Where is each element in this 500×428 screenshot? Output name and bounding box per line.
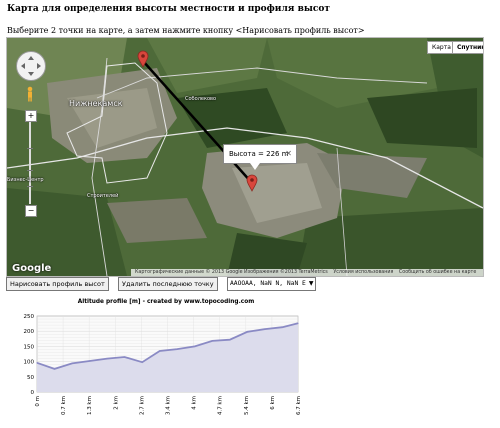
x-tick-label: 3.4 km: [166, 396, 172, 415]
x-tick-label: 4 km: [192, 396, 198, 410]
chart-y-axis: 0 50 100 150 200 250: [24, 314, 35, 396]
x-tick-label: 2 km: [113, 396, 119, 410]
map-canvas[interactable]: Карта Спутник + − Нижнекамск Соболеково …: [6, 37, 484, 277]
altitude-point: [246, 331, 248, 333]
pan-arrows-icon: [21, 56, 41, 76]
altitude-point: [71, 362, 73, 365]
page-title: Карта для определения высоты местности и…: [7, 4, 330, 14]
altitude-point: [297, 322, 299, 324]
x-tick-label: 6 km: [270, 396, 276, 410]
elevation-infowindow: Высота = 226 m ✕: [223, 144, 297, 164]
end-marker-pin-icon[interactable]: [246, 174, 258, 192]
x-tick-label: 2.7 km: [139, 396, 145, 415]
altitude-point: [36, 362, 38, 364]
terms-link[interactable]: Условия использования: [333, 270, 393, 275]
altitude-point: [88, 360, 91, 362]
pan-control[interactable]: [16, 51, 46, 81]
road-label: Бизнес-Центр: [7, 177, 44, 183]
y-tick-label: 50: [27, 375, 34, 381]
district-label: Строителей: [87, 193, 119, 199]
zoom-slider-track[interactable]: [29, 122, 31, 204]
x-tick-label: 0.7 km: [61, 396, 67, 415]
elevation-text: Высота = 226 m: [229, 150, 289, 158]
instructions-text: Выберите 2 точки на карте, а затем нажми…: [7, 26, 365, 35]
altitude-point: [264, 328, 266, 330]
x-tick-label: 4.7 km: [218, 396, 224, 415]
altitude-point: [281, 326, 284, 328]
infowindow-tail: [250, 163, 260, 170]
altitude-point: [194, 345, 196, 347]
map-attribution: Картографические данные © 2013 Google Из…: [131, 269, 483, 276]
delete-last-point-button[interactable]: Удалить последнюю точку: [118, 277, 218, 291]
city-label: Нижнекамск: [69, 99, 123, 108]
altitude-point: [159, 350, 161, 352]
zoom-in-button[interactable]: +: [25, 110, 37, 122]
x-tick-label: 0 m: [35, 396, 41, 407]
y-tick-label: 0: [31, 390, 35, 396]
chevron-down-icon: ▼: [308, 280, 314, 287]
chart-title: Altitude profile [m] - created by www.to…: [78, 299, 254, 305]
attribution-data: Картографические данные © 2013 Google Из…: [135, 270, 328, 275]
x-tick-label: 6.7 km: [296, 396, 302, 415]
altitude-point: [229, 339, 231, 341]
y-tick-label: 150: [24, 344, 35, 350]
village-label: Соболеково: [185, 96, 217, 102]
zoom-slider-tick: [27, 186, 33, 187]
altitude-point: [124, 356, 126, 358]
altitude-profile-chart: Altitude profile [m] - created by www.to…: [24, 299, 303, 415]
altitude-point: [141, 361, 143, 363]
y-tick-label: 100: [24, 360, 35, 366]
google-logo[interactable]: Google: [12, 263, 51, 274]
zoom-slider-tick: [27, 170, 33, 171]
altitude-point: [106, 357, 108, 360]
altitude-point: [53, 368, 56, 370]
coordinates-select-value: AAOOAA, NaN N, NaN E: [230, 280, 306, 287]
x-tick-label: 5.4 km: [244, 396, 250, 415]
pegman-icon[interactable]: [26, 86, 34, 102]
report-error-link[interactable]: Сообщить об ошибке на карте: [399, 270, 476, 275]
zoom-out-button[interactable]: −: [25, 205, 37, 217]
y-tick-label: 200: [24, 329, 35, 335]
zoom-slider-tick: [27, 148, 33, 149]
map-type-satellite-button[interactable]: Спутник: [452, 41, 483, 54]
coordinates-select[interactable]: AAOOAA, NaN N, NaN E ▼: [227, 277, 317, 291]
start-marker-pin-icon[interactable]: [137, 50, 149, 68]
x-tick-label: 1.3 km: [87, 396, 93, 415]
chart-x-axis: 0 m 0.7 km 1.3 km 2 km 2.7 km 3.4 km 4 km 4.7 k…: [35, 396, 302, 415]
y-tick-label: 250: [24, 314, 35, 320]
altitude-point: [211, 340, 213, 342]
draw-profile-button[interactable]: Нарисовать профиль высот: [6, 277, 109, 291]
close-icon[interactable]: ✕: [285, 145, 292, 163]
altitude-point: [176, 348, 178, 350]
